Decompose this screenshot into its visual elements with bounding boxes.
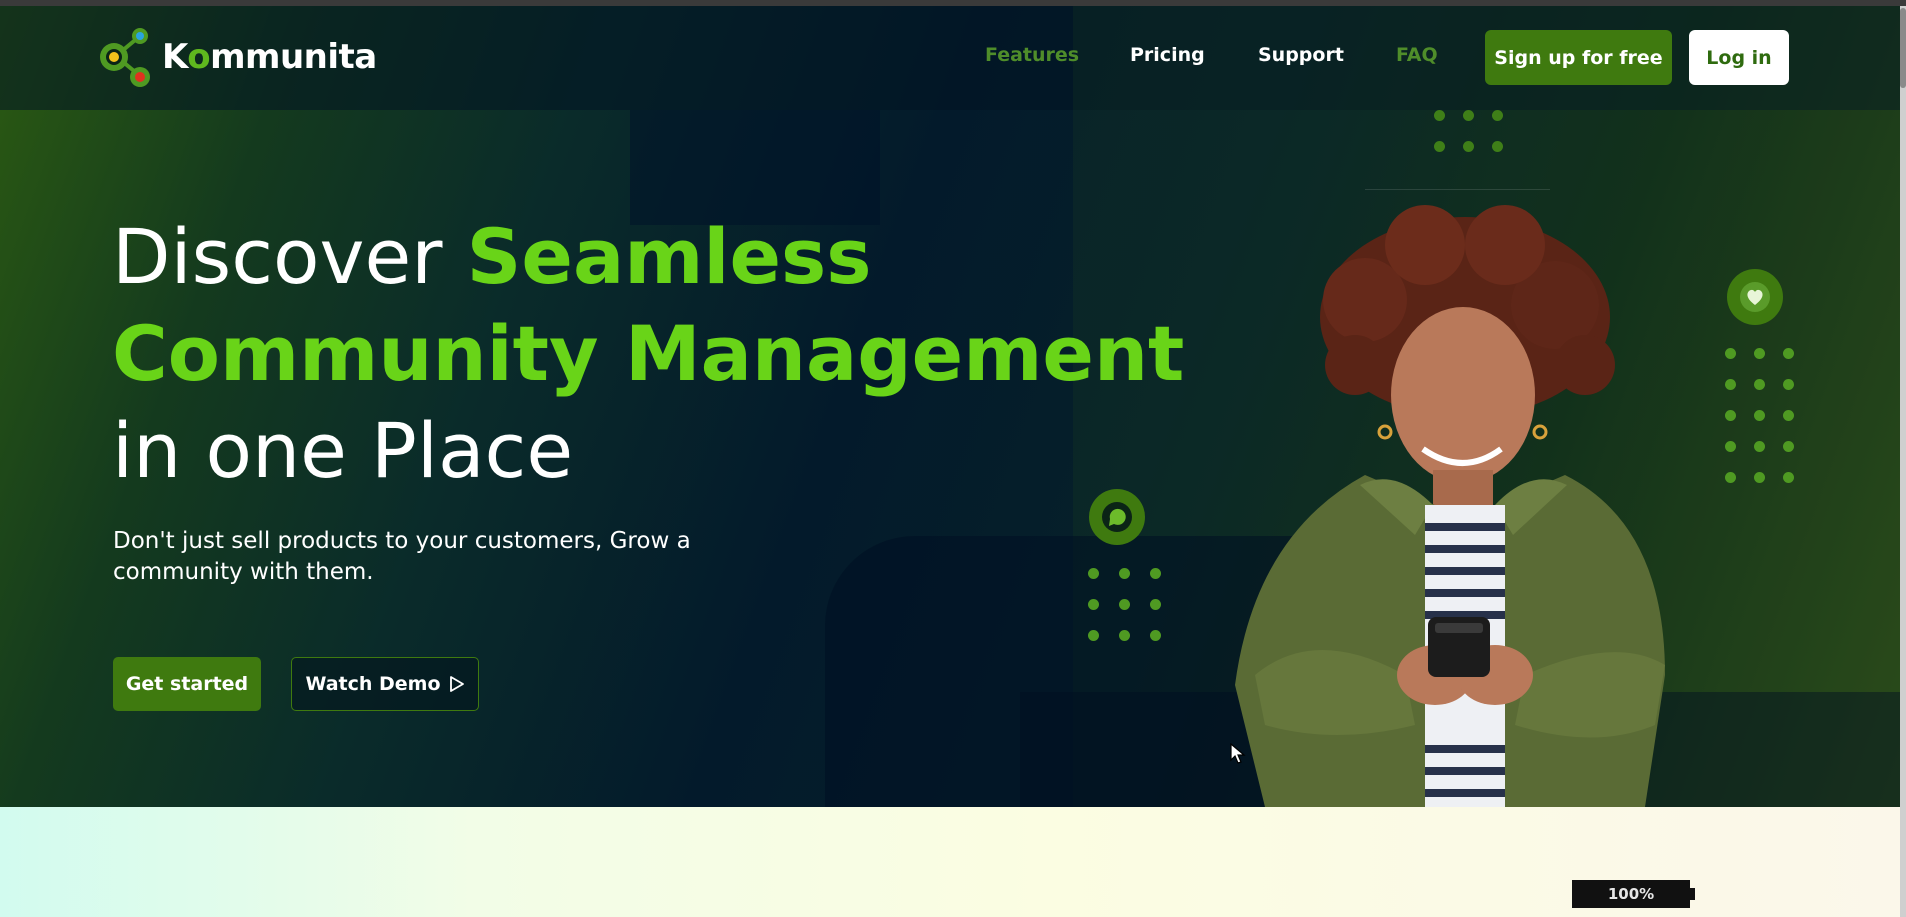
signup-button[interactable]: Sign up for free	[1485, 30, 1672, 85]
nav-link-features[interactable]: Features	[985, 44, 1079, 66]
headline-accent-1: Seamless	[466, 212, 872, 301]
mouse-cursor-icon	[1230, 743, 1246, 764]
nav-link-support[interactable]: Support	[1258, 44, 1344, 66]
decor-line	[1365, 189, 1550, 190]
watch-demo-label: Watch Demo	[305, 673, 441, 695]
hero-person-image	[1235, 205, 1665, 807]
nav-link-faq[interactable]: FAQ	[1396, 44, 1438, 66]
scrollbar-thumb[interactable]	[1900, 8, 1906, 88]
play-icon	[449, 676, 464, 692]
login-button[interactable]: Log in	[1689, 30, 1789, 85]
molecule-logo-icon	[100, 28, 150, 87]
hero-subheading: Don't just sell products to your custome…	[113, 528, 691, 585]
zoom-indicator: 100%	[1572, 880, 1690, 908]
dot-grid-right	[1725, 348, 1812, 503]
headline-accent-2: Community Management	[112, 309, 1185, 398]
dot-grid-top	[1434, 110, 1521, 172]
heart-icon	[1740, 282, 1770, 312]
heart-badge	[1727, 269, 1783, 325]
scrollbar-track[interactable]	[1900, 6, 1906, 917]
headline-plain-1: Discover	[112, 212, 467, 301]
chat-bubble-icon	[1102, 502, 1132, 532]
watch-demo-button[interactable]: Watch Demo	[291, 657, 479, 711]
brand-logo[interactable]: Kommunita	[98, 24, 377, 90]
get-started-button[interactable]: Get started	[113, 657, 261, 711]
chat-badge	[1089, 489, 1145, 545]
nav-link-pricing[interactable]: Pricing	[1130, 44, 1205, 66]
zoom-indicator-tip	[1690, 888, 1695, 900]
headline-plain-2: in one Place	[112, 406, 574, 495]
brand-name: Kommunita	[162, 37, 377, 77]
hero-headline: Discover Seamless Community Management i…	[112, 208, 1184, 499]
dot-grid-middle	[1088, 568, 1181, 661]
